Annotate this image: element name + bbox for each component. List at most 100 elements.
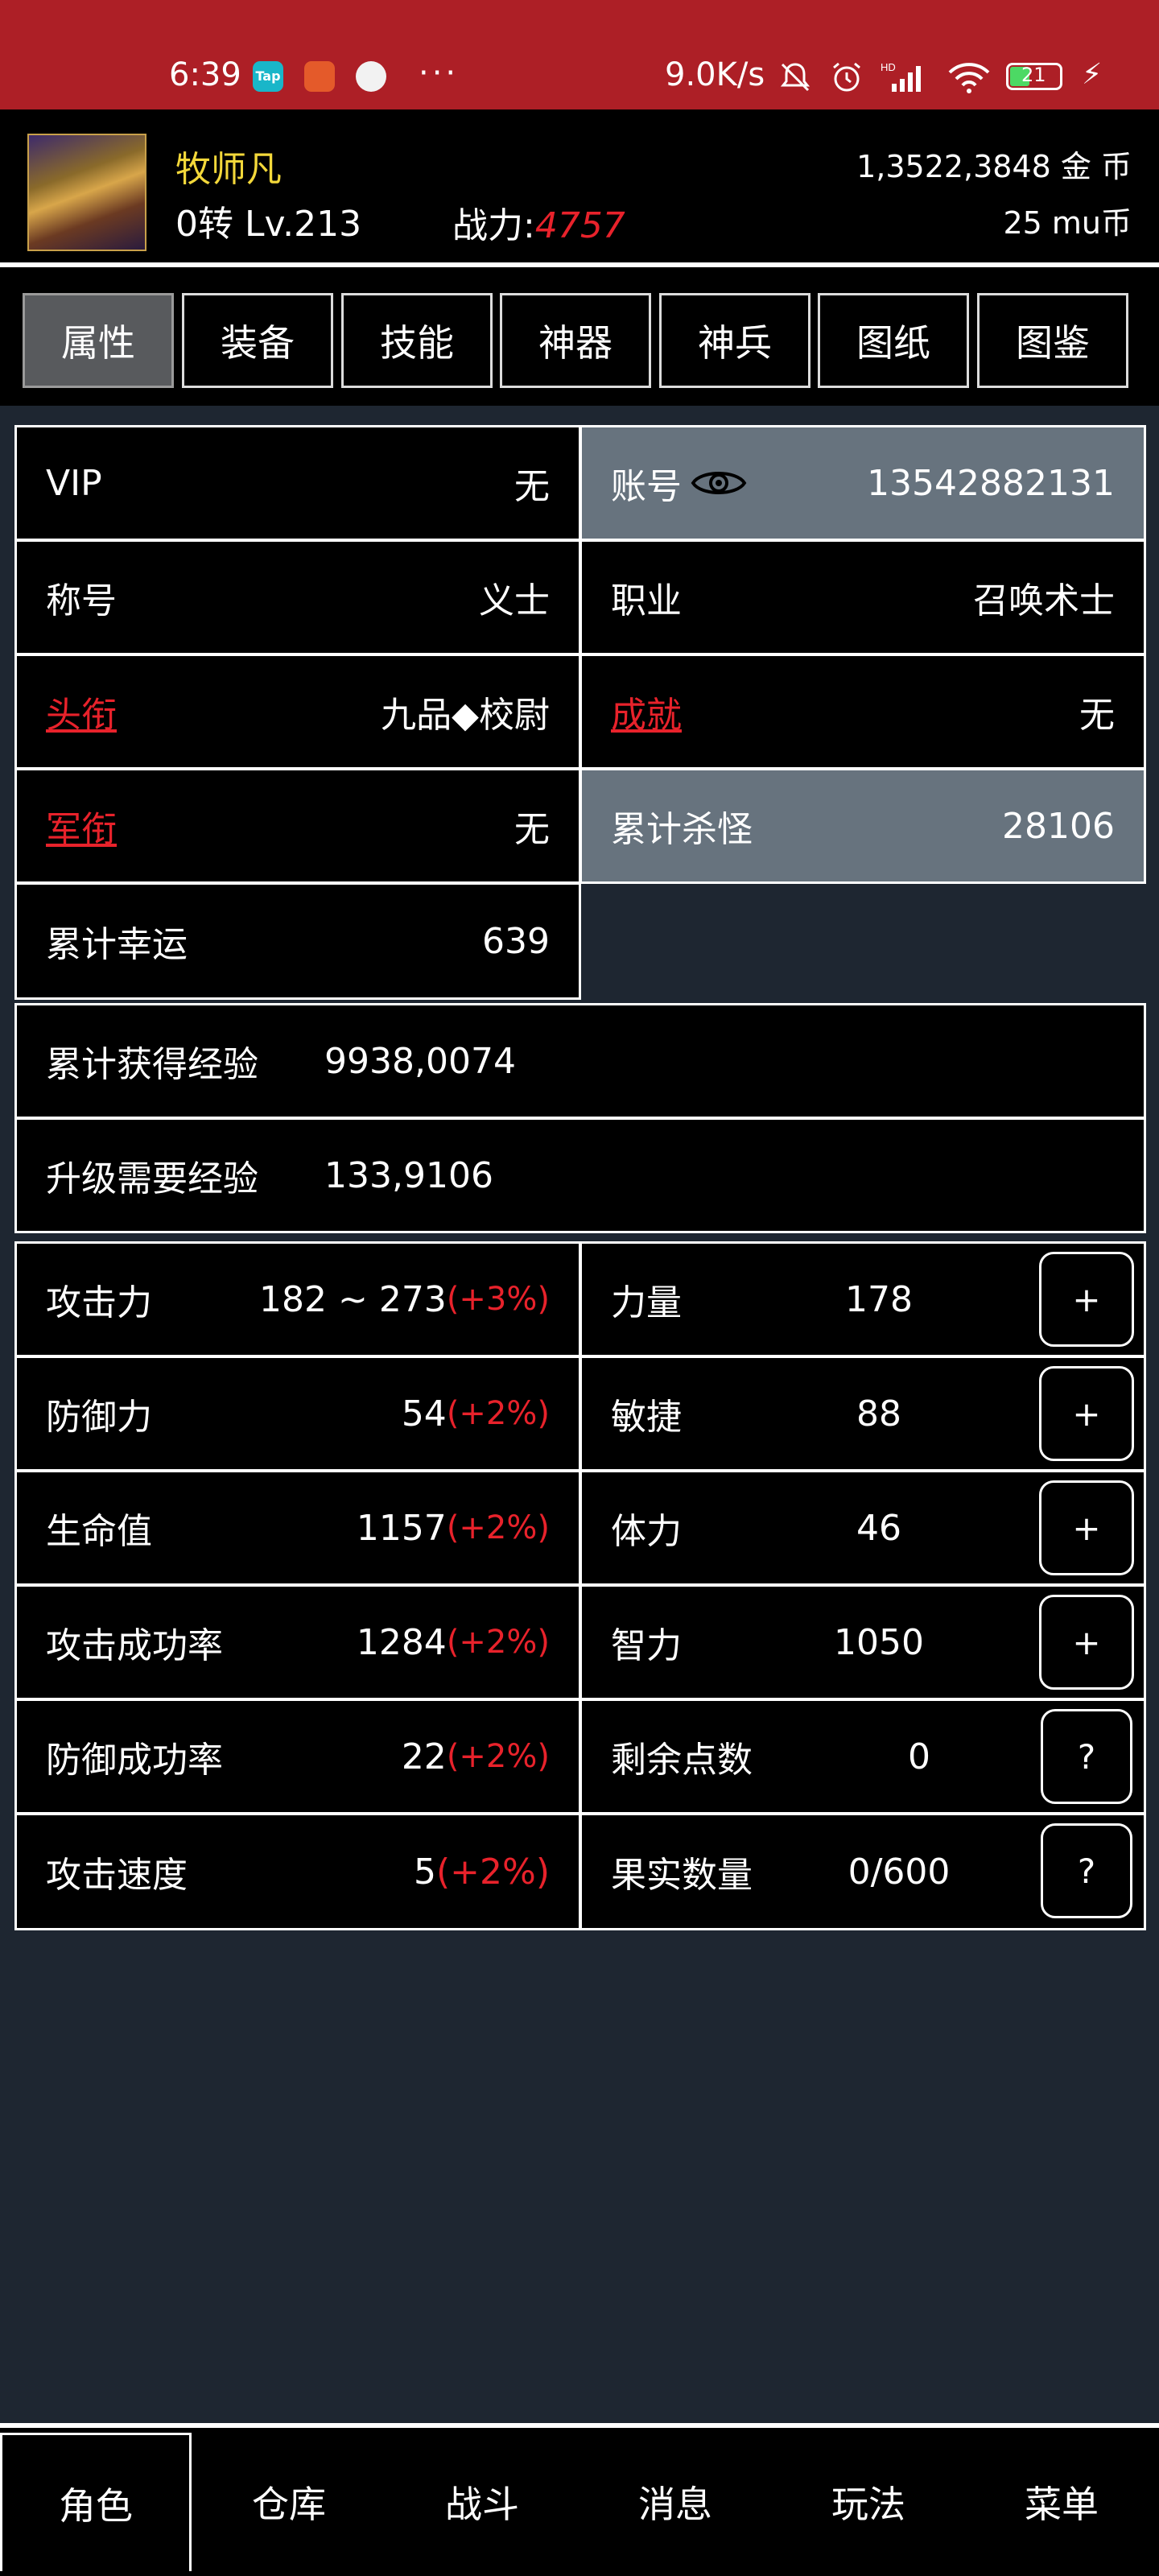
tab-divine-weapons[interactable]: 神兵 [659, 293, 810, 388]
attr-label: 果实数量 [611, 1855, 753, 1896]
signal-icon: HD [881, 61, 921, 92]
exp-total-cell: 累计获得经验 9938,0074 [14, 1003, 1146, 1119]
job-value: 召唤术士 [973, 580, 1115, 621]
stat-bonus: (+2%) [446, 1624, 550, 1661]
attr-value: 0 [908, 1736, 930, 1777]
add-stamina-button[interactable]: + [1039, 1480, 1134, 1575]
player-header: 牧师凡 0转 Lv.213 战力:4757 1,3522,3848 金 币 25… [0, 109, 1159, 266]
stat-value: 1284 (+2%) [357, 1587, 550, 1698]
attr-row-remaining-points: 剩余点数 0 ? [580, 1699, 1146, 1814]
mu-balance: 25 mu币 [1003, 205, 1132, 241]
charging-icon: ⚡ [1082, 58, 1103, 91]
nav-character[interactable]: 角色 [0, 2433, 192, 2571]
military-rank-link[interactable]: 军衔 [46, 770, 117, 881]
alarm-icon [833, 62, 860, 92]
stat-row-attack-speed: 攻击速度 5 (+2%) [14, 1813, 581, 1930]
attr-value: 1050 [834, 1621, 924, 1663]
tab-blueprints[interactable]: 图纸 [818, 293, 969, 388]
attr-row-fruit-count: 果实数量 0/600 ? [580, 1813, 1146, 1930]
add-strength-button[interactable]: + [1039, 1252, 1134, 1347]
tab-artifacts[interactable]: 神器 [500, 293, 651, 388]
achievement-value: 无 [1079, 695, 1115, 736]
exp-need-value: 133,9106 [324, 1154, 493, 1196]
attr-label: 敏捷 [611, 1397, 682, 1438]
luck-label: 累计幸运 [46, 924, 188, 965]
wifi-icon [948, 63, 990, 93]
power-value: 4757 [534, 205, 625, 246]
stat-label: 攻击成功率 [46, 1625, 223, 1666]
rank-value: 九品◆校尉 [381, 695, 550, 736]
vip-label: VIP [46, 462, 102, 504]
gold-balance: 1,3522,3848 金 币 [856, 149, 1132, 184]
nav-warehouse[interactable]: 仓库 [193, 2433, 385, 2571]
nav-menu[interactable]: 菜单 [966, 2433, 1157, 2571]
stat-bonus: (+2%) [446, 1509, 550, 1546]
clock: 6:39 [169, 56, 241, 93]
tab-bar: 属性 装备 技能 神器 神兵 图纸 图鉴 [0, 267, 1159, 406]
exp-total-label: 累计获得经验 [46, 1044, 258, 1085]
luck-cell: 累计幸运 639 [14, 882, 581, 1000]
job-cell: 职业 召唤术士 [580, 539, 1146, 655]
player-name: 牧师凡 [175, 149, 282, 190]
add-agility-button[interactable]: + [1039, 1366, 1134, 1461]
achievement-cell: 成就 无 [580, 654, 1146, 770]
battery-icon: 21 [1006, 63, 1062, 90]
job-label: 职业 [611, 580, 682, 621]
stat-number: 1157 [356, 1507, 447, 1549]
fruit-help-button[interactable]: ? [1041, 1823, 1132, 1918]
stat-row-attack: 攻击力 182 ~ 273 (+3%) [14, 1241, 581, 1357]
military-value: 无 [514, 809, 550, 850]
stat-label: 攻击力 [46, 1282, 152, 1323]
stat-value: 5 (+2%) [414, 1815, 550, 1928]
taptap-app-icon: Tap [253, 61, 283, 92]
tab-equipment[interactable]: 装备 [182, 293, 333, 388]
account-label: 账号 [611, 466, 682, 507]
rank-link[interactable]: 头衔 [46, 656, 117, 767]
title-value: 义士 [479, 580, 550, 621]
exp-need-cell: 升级需要经验 133,9106 [14, 1117, 1146, 1233]
exp-total-value: 9938,0074 [324, 1040, 516, 1082]
stat-bonus: (+2%) [435, 1851, 550, 1893]
game-app-icon [304, 61, 335, 92]
nav-battle[interactable]: 战斗 [386, 2433, 578, 2571]
remaining-points-help-button[interactable]: ? [1041, 1709, 1132, 1804]
stat-row-defense: 防御力 54 (+2%) [14, 1356, 581, 1472]
nav-messages[interactable]: 消息 [580, 2433, 771, 2571]
stat-bonus: (+2%) [446, 1738, 550, 1775]
title-label: 称号 [46, 580, 117, 621]
tab-attributes[interactable]: 属性 [23, 293, 174, 388]
eye-icon[interactable] [690, 464, 748, 502]
stat-label: 生命值 [46, 1511, 152, 1552]
rank-cell: 头衔 九品◆校尉 [14, 654, 581, 770]
attr-row-strength: 力量 178 + [580, 1241, 1146, 1357]
svg-text:HD: HD [881, 61, 896, 73]
add-intelligence-button[interactable]: + [1039, 1595, 1134, 1690]
stat-label: 攻击速度 [46, 1855, 188, 1896]
luck-value: 639 [482, 920, 550, 962]
military-cell: 军衔 无 [14, 768, 581, 884]
more-notifications-icon: ··· [419, 55, 460, 92]
stat-row-hp: 生命值 1157 (+2%) [14, 1470, 581, 1586]
stat-number: 54 [401, 1393, 447, 1435]
avatar[interactable] [27, 134, 146, 251]
battery-level: 21 [1021, 64, 1046, 86]
nav-gameplay[interactable]: 玩法 [773, 2433, 964, 2571]
achievement-link[interactable]: 成就 [611, 656, 682, 767]
account-cell: 账号 13542882131 [580, 425, 1146, 541]
attr-label: 体力 [611, 1511, 682, 1552]
status-bar: 6:39 Tap ··· 9.0K/s HD 21 ⚡ [0, 0, 1159, 109]
tab-codex[interactable]: 图鉴 [977, 293, 1128, 388]
stat-label: 防御成功率 [46, 1740, 223, 1781]
stat-bonus: (+3%) [446, 1281, 550, 1318]
attr-row-intelligence: 智力 1050 + [580, 1584, 1146, 1700]
tab-skills[interactable]: 技能 [341, 293, 493, 388]
account-value: 13542882131 [867, 462, 1115, 504]
title-cell: 称号 义士 [14, 539, 581, 655]
stat-number: 182 ~ 273 [259, 1278, 447, 1320]
vip-value: 无 [514, 466, 550, 507]
bottom-nav: 角色 仓库 战斗 消息 玩法 菜单 [0, 2428, 1159, 2576]
game-app-icon-2 [356, 61, 386, 92]
attr-row-stamina: 体力 46 + [580, 1470, 1146, 1586]
stat-value: 22 (+2%) [402, 1701, 550, 1812]
vip-cell: VIP 无 [14, 425, 581, 541]
